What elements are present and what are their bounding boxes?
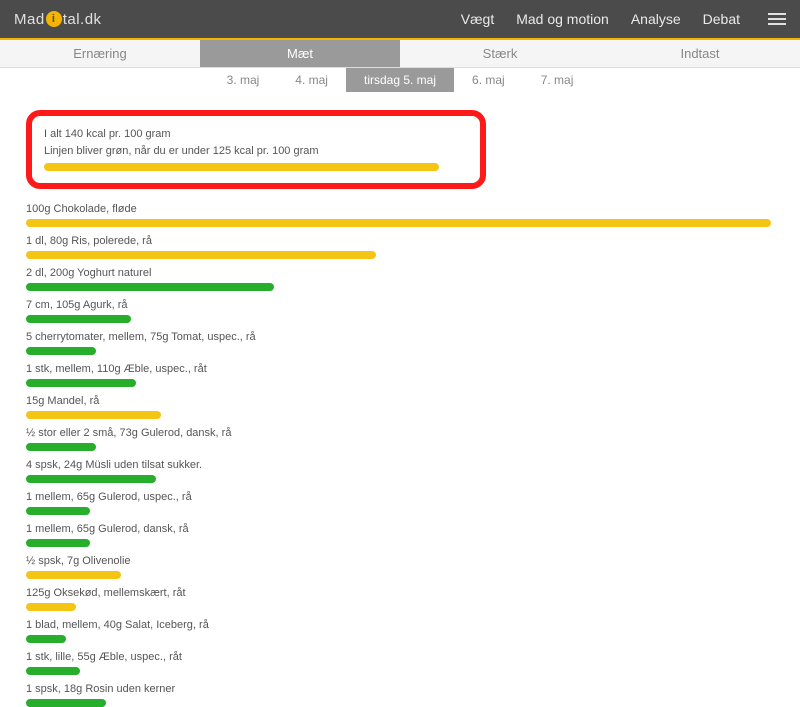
food-bar [26, 347, 96, 355]
category-tabs: Ernæring Mæt Stærk Indtast [0, 40, 800, 68]
food-label: 1 spsk, 18g Rosin uden kerner [26, 683, 774, 695]
food-item[interactable]: 2 dl, 200g Yoghurt naturel [26, 267, 774, 291]
food-label: ½ stor eller 2 små, 73g Gulerod, dansk, … [26, 427, 774, 439]
food-label: 1 dl, 80g Ris, polerede, rå [26, 235, 774, 247]
date-5-maj[interactable]: tirsdag 5. maj [346, 68, 454, 92]
food-bar [26, 539, 90, 547]
food-item[interactable]: 1 spsk, 18g Rosin uden kerner [26, 683, 774, 707]
food-bar [26, 635, 66, 643]
food-label: 1 stk, mellem, 110g Æble, uspec., råt [26, 363, 774, 375]
date-7-maj[interactable]: 7. maj [523, 68, 592, 92]
info-icon: i [46, 11, 62, 27]
food-bar [26, 667, 80, 675]
food-item[interactable]: 1 stk, lille, 55g Æble, uspec., råt [26, 651, 774, 675]
food-item[interactable]: 4 spsk, 24g Müsli uden tilsat sukker. [26, 459, 774, 483]
food-label: 125g Oksekød, mellemskært, råt [26, 587, 774, 599]
food-bar [26, 507, 90, 515]
food-item[interactable]: 5 cherrytomater, mellem, 75g Tomat, uspe… [26, 331, 774, 355]
app-header: Mad i tal.dk Vægt Mad og motion Analyse … [0, 0, 800, 40]
food-label: 1 stk, lille, 55g Æble, uspec., råt [26, 651, 774, 663]
food-label: 2 dl, 200g Yoghurt naturel [26, 267, 774, 279]
logo-text-left: Mad [14, 11, 45, 28]
date-6-maj[interactable]: 6. maj [454, 68, 523, 92]
top-nav: Vægt Mad og motion Analyse Debat [461, 11, 786, 27]
content-area: I alt 140 kcal pr. 100 gram Linjen blive… [0, 92, 800, 707]
menu-icon[interactable] [768, 13, 786, 25]
food-label: 7 cm, 105g Agurk, rå [26, 299, 774, 311]
food-bar [26, 603, 76, 611]
food-item[interactable]: 1 blad, mellem, 40g Salat, Iceberg, rå [26, 619, 774, 643]
nav-vaegt[interactable]: Vægt [461, 11, 494, 27]
date-3-maj[interactable]: 3. maj [209, 68, 278, 92]
tab-indtast[interactable]: Indtast [600, 40, 800, 68]
food-item[interactable]: 100g Chokolade, fløde [26, 203, 774, 227]
food-label: 5 cherrytomater, mellem, 75g Tomat, uspe… [26, 331, 774, 343]
food-label: 4 spsk, 24g Müsli uden tilsat sukker. [26, 459, 774, 471]
food-bar [26, 315, 131, 323]
food-bar [26, 443, 96, 451]
food-bar [26, 411, 161, 419]
summary-box: I alt 140 kcal pr. 100 gram Linjen blive… [26, 110, 486, 189]
food-item[interactable]: 7 cm, 105g Agurk, rå [26, 299, 774, 323]
food-bar [26, 571, 121, 579]
summary-hint: Linjen bliver grøn, når du er under 125 … [44, 143, 468, 160]
nav-analyse[interactable]: Analyse [631, 11, 681, 27]
tab-ernaering[interactable]: Ernæring [0, 40, 200, 68]
tab-maet[interactable]: Mæt [200, 40, 400, 68]
food-label: 1 mellem, 65g Gulerod, dansk, rå [26, 523, 774, 535]
food-list: 100g Chokolade, fløde 1 dl, 80g Ris, pole… [26, 203, 774, 707]
logo[interactable]: Mad i tal.dk [14, 11, 102, 28]
food-bar [26, 219, 771, 227]
date-4-maj[interactable]: 4. maj [277, 68, 346, 92]
tab-staerk[interactable]: Stærk [400, 40, 600, 68]
food-bar [26, 379, 136, 387]
food-item[interactable]: 125g Oksekød, mellemskært, råt [26, 587, 774, 611]
food-bar [26, 699, 106, 707]
logo-text-right: tal.dk [63, 11, 102, 28]
food-label: 1 mellem, 65g Gulerod, uspec., rå [26, 491, 774, 503]
food-item[interactable]: 1 dl, 80g Ris, polerede, rå [26, 235, 774, 259]
food-item[interactable]: 1 stk, mellem, 110g Æble, uspec., råt [26, 363, 774, 387]
summary-total: I alt 140 kcal pr. 100 gram [44, 126, 468, 143]
food-bar [26, 475, 156, 483]
food-bar [26, 283, 274, 291]
food-item[interactable]: ½ stor eller 2 små, 73g Gulerod, dansk, … [26, 427, 774, 451]
food-label: 100g Chokolade, fløde [26, 203, 774, 215]
nav-debat[interactable]: Debat [703, 11, 740, 27]
food-label: ½ spsk, 7g Olivenolie [26, 555, 774, 567]
food-bar [26, 251, 376, 259]
summary-bar [44, 163, 439, 171]
food-item[interactable]: 15g Mandel, rå [26, 395, 774, 419]
food-item[interactable]: 1 mellem, 65g Gulerod, dansk, rå [26, 523, 774, 547]
date-selector: 3. maj 4. maj tirsdag 5. maj 6. maj 7. m… [0, 68, 800, 92]
food-item[interactable]: ½ spsk, 7g Olivenolie [26, 555, 774, 579]
nav-mad-og-motion[interactable]: Mad og motion [516, 11, 609, 27]
food-item[interactable]: 1 mellem, 65g Gulerod, uspec., rå [26, 491, 774, 515]
food-label: 15g Mandel, rå [26, 395, 774, 407]
food-label: 1 blad, mellem, 40g Salat, Iceberg, rå [26, 619, 774, 631]
